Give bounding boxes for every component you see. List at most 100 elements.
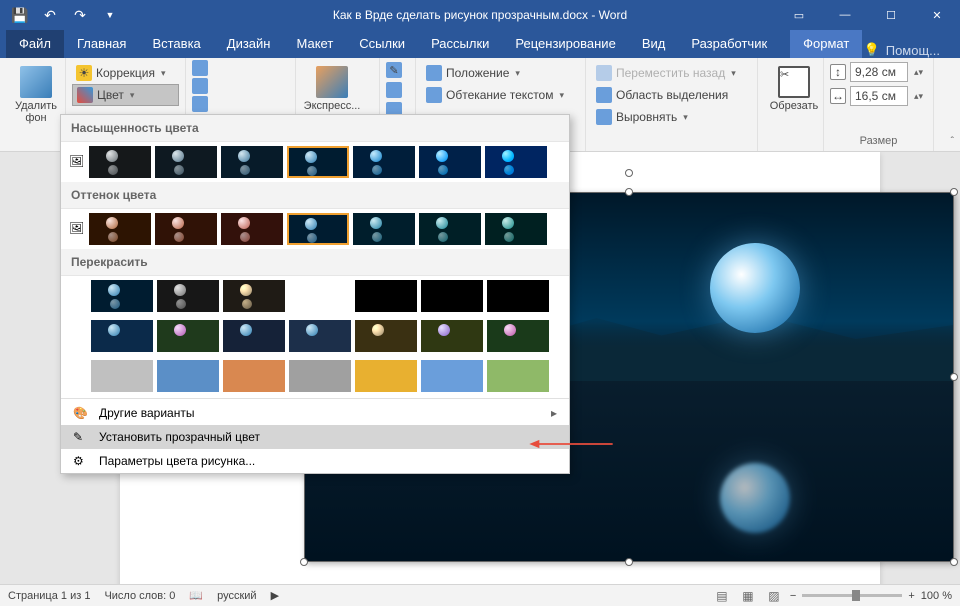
rotation-handle[interactable] xyxy=(625,169,633,177)
express-styles-button[interactable]: Экспресс... xyxy=(302,62,362,116)
recolor-preset[interactable] xyxy=(157,280,219,312)
selection-handle[interactable] xyxy=(625,188,633,196)
saturation-preset[interactable] xyxy=(485,146,547,178)
recolor-preset[interactable] xyxy=(355,280,417,312)
change-picture-icon[interactable] xyxy=(192,78,208,94)
recolor-preset[interactable] xyxy=(289,360,351,392)
tab-review[interactable]: Рецензирование xyxy=(502,30,628,58)
tab-insert[interactable]: Вставка xyxy=(139,30,213,58)
saturation-preset[interactable] xyxy=(353,146,415,178)
saturation-preset[interactable] xyxy=(89,146,151,178)
picture-color-options-item[interactable]: ⚙ Параметры цвета рисунка... xyxy=(61,449,569,473)
compress-icon[interactable] xyxy=(192,60,208,76)
recolor-preset[interactable] xyxy=(223,280,285,312)
recolor-preset[interactable] xyxy=(487,280,549,312)
collapse-ribbon-icon[interactable]: ˆ xyxy=(951,136,954,147)
recolor-preset[interactable] xyxy=(487,320,549,352)
recolor-preset[interactable] xyxy=(421,320,483,352)
tone-preset[interactable] xyxy=(485,213,547,245)
zoom-slider[interactable] xyxy=(802,594,902,597)
selection-pane-button[interactable]: Область выделения xyxy=(592,84,751,106)
recolor-preset[interactable] xyxy=(487,360,549,392)
recolor-preset[interactable] xyxy=(157,360,219,392)
reset-picture-icon[interactable] xyxy=(192,96,208,112)
recolor-preset[interactable] xyxy=(421,280,483,312)
recolor-preset[interactable] xyxy=(421,360,483,392)
tab-mailings[interactable]: Рассылки xyxy=(418,30,502,58)
zoom-out-button[interactable]: − xyxy=(790,590,796,602)
selection-handle[interactable] xyxy=(300,558,308,566)
tab-view[interactable]: Вид xyxy=(629,30,679,58)
tab-home[interactable]: Главная xyxy=(64,30,139,58)
corrections-button[interactable]: ☀ Коррекция▾ xyxy=(72,62,179,84)
document-title: Как в Врде сделать рисунок прозрачным.do… xyxy=(333,8,627,22)
close-icon[interactable]: ✕ xyxy=(914,0,960,30)
picture-effects-icon[interactable] xyxy=(386,82,402,98)
recolor-preset[interactable] xyxy=(223,360,285,392)
crop-button[interactable]: ✂ Обрезать xyxy=(764,62,824,116)
zoom-level[interactable]: 100 % xyxy=(921,590,952,602)
read-mode-icon[interactable]: ▤ xyxy=(712,587,732,605)
saturation-preset-selected[interactable] xyxy=(287,146,349,178)
web-layout-icon[interactable]: ▨ xyxy=(764,587,784,605)
width-input[interactable]: 16,5 см xyxy=(850,86,908,106)
page-count[interactable]: Страница 1 из 1 xyxy=(8,590,90,602)
tab-references[interactable]: Ссылки xyxy=(346,30,418,58)
maximize-icon[interactable]: ☐ xyxy=(868,0,914,30)
selection-handle[interactable] xyxy=(950,558,958,566)
tab-layout[interactable]: Макет xyxy=(283,30,346,58)
width-spinner[interactable]: ▴▾ xyxy=(914,91,923,102)
wrap-text-button[interactable]: Обтекание текстом▾ xyxy=(422,84,579,106)
qat-dropdown-icon[interactable]: ▼ xyxy=(96,1,124,29)
saturation-preset[interactable] xyxy=(221,146,283,178)
picture-border-icon[interactable]: ✎ xyxy=(386,62,402,78)
save-icon[interactable]: 💾 xyxy=(6,1,34,29)
recolor-preset[interactable] xyxy=(91,280,153,312)
set-transparent-color-item[interactable]: ✎ Установить прозрачный цвет xyxy=(61,425,569,449)
send-backward-button[interactable]: Переместить назад▾ xyxy=(592,62,751,84)
tone-icon: 🖼 xyxy=(69,221,85,237)
recolor-preset[interactable] xyxy=(355,360,417,392)
recolor-preset[interactable] xyxy=(355,320,417,352)
ribbon-options-icon[interactable]: ▭ xyxy=(776,0,822,30)
zoom-in-button[interactable]: + xyxy=(908,590,914,602)
remove-background-button[interactable]: Удалить фон xyxy=(6,62,66,128)
tone-preset[interactable] xyxy=(419,213,481,245)
selection-handle[interactable] xyxy=(950,373,958,381)
color-button[interactable]: Цвет▾ xyxy=(72,84,179,106)
more-variants-item[interactable]: 🎨 Другие варианты ▸ xyxy=(61,401,569,425)
tone-preset-selected[interactable] xyxy=(287,213,349,245)
recolor-preset[interactable] xyxy=(91,320,153,352)
saturation-row: 🖼 xyxy=(61,142,569,182)
tone-preset[interactable] xyxy=(89,213,151,245)
recolor-preset[interactable] xyxy=(223,320,285,352)
tab-design[interactable]: Дизайн xyxy=(214,30,284,58)
align-button[interactable]: Выровнять▾ xyxy=(592,106,751,128)
redo-icon[interactable]: ↷ xyxy=(66,1,94,29)
tab-developer[interactable]: Разработчик xyxy=(678,30,780,58)
tone-preset[interactable] xyxy=(221,213,283,245)
selection-handle[interactable] xyxy=(625,558,633,566)
macro-icon[interactable]: ▶ xyxy=(271,589,279,602)
spellcheck-icon[interactable]: 📖 xyxy=(189,589,203,602)
height-spinner[interactable]: ▴▾ xyxy=(914,67,923,78)
recolor-preset[interactable] xyxy=(289,320,351,352)
tab-format-active[interactable]: Формат xyxy=(790,30,862,58)
selection-handle[interactable] xyxy=(950,188,958,196)
word-count[interactable]: Число слов: 0 xyxy=(104,590,175,602)
print-layout-icon[interactable]: ▦ xyxy=(738,587,758,605)
tone-preset[interactable] xyxy=(353,213,415,245)
position-button[interactable]: Положение▾ xyxy=(422,62,579,84)
minimize-icon[interactable]: ― xyxy=(822,0,868,30)
saturation-preset[interactable] xyxy=(419,146,481,178)
tell-me-search[interactable]: 💡 Помощ... xyxy=(864,42,960,58)
height-input[interactable]: 9,28 см xyxy=(850,62,908,82)
undo-icon[interactable]: ↶ xyxy=(36,1,64,29)
tone-preset[interactable] xyxy=(155,213,217,245)
saturation-preset[interactable] xyxy=(155,146,217,178)
recolor-preset[interactable] xyxy=(157,320,219,352)
recolor-preset[interactable] xyxy=(91,360,153,392)
language-indicator[interactable]: русский xyxy=(217,590,256,602)
tab-file[interactable]: Файл xyxy=(6,30,64,58)
recolor-preset[interactable] xyxy=(289,280,351,312)
